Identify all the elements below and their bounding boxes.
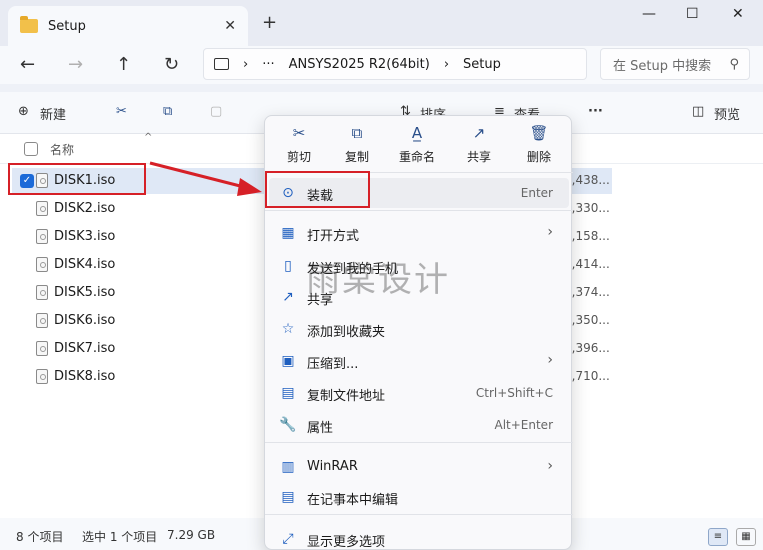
annotation-arrow-icon xyxy=(149,161,262,196)
